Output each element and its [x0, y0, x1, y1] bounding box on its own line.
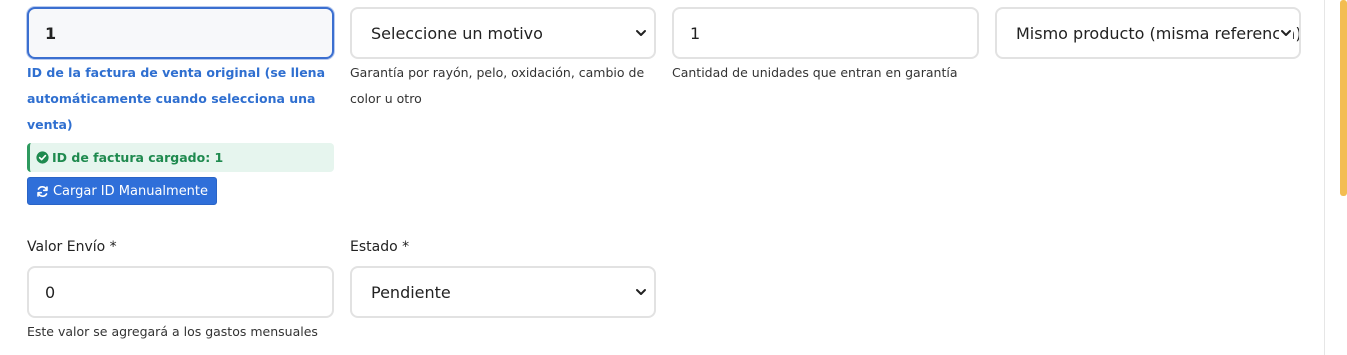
shipping-label: Valor Envío * — [27, 239, 117, 255]
check-circle-icon — [36, 151, 49, 164]
chevron-down-icon — [634, 26, 648, 40]
quantity-help: Cantidad de unidades que entran en garan… — [672, 65, 958, 80]
invoice-loaded-badge: ID de factura cargado: 1 — [27, 143, 334, 172]
scroll-accent-bar — [1340, 0, 1347, 196]
product-select-value: Mismo producto (misma referencia) — [1016, 23, 1301, 43]
chevron-down-icon — [634, 285, 648, 299]
reason-select[interactable]: Seleccione un motivo — [350, 7, 656, 59]
product-select[interactable]: Mismo producto (misma referencia) — [995, 7, 1301, 59]
reason-help: Garantía por rayón, pelo, oxidación, cam… — [350, 65, 645, 106]
status-select-value: Pendiente — [371, 282, 451, 302]
invoice-id-help: ID de la factura de venta original (se l… — [27, 65, 326, 132]
refresh-icon — [36, 185, 49, 198]
shipping-help: Este valor se agregará a los gastos mens… — [27, 324, 318, 339]
invoice-loaded-text: ID de factura cargado: 1 — [52, 150, 224, 165]
reason-select-value: Seleccione un motivo — [371, 23, 543, 43]
invoice-id-value: 1 — [45, 23, 57, 43]
status-label: Estado * — [350, 239, 410, 255]
quantity-input[interactable]: 1 — [672, 7, 979, 59]
shipping-value: 0 — [45, 282, 56, 302]
shipping-input[interactable]: 0 — [27, 266, 334, 318]
status-select[interactable]: Pendiente — [350, 266, 656, 318]
page-divider — [1324, 0, 1325, 355]
load-id-manually-label: Cargar ID Manualmente — [52, 183, 209, 199]
chevron-down-icon — [1279, 26, 1293, 40]
invoice-id-input[interactable]: 1 — [27, 7, 334, 59]
quantity-value: 1 — [690, 23, 701, 43]
load-id-manually-button[interactable]: Cargar ID Manualmente — [27, 177, 217, 205]
